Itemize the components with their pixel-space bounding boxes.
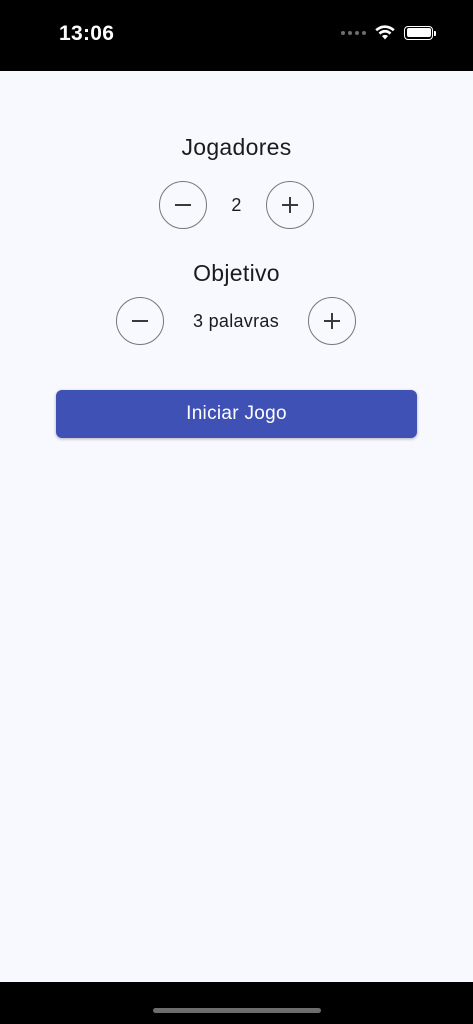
signal-dots-icon <box>341 30 366 35</box>
start-game-label: Iniciar Jogo <box>186 403 287 424</box>
wifi-icon <box>375 25 395 40</box>
status-bar: 13:06 <box>0 0 473 71</box>
home-indicator[interactable] <box>153 1008 321 1013</box>
goal-title: Objetivo <box>193 260 280 286</box>
main-content: Jogadores 2 Objetivo 3 palavras Iniciar … <box>0 71 473 982</box>
plus-icon <box>282 197 298 213</box>
minus-icon <box>132 320 148 322</box>
players-value: 2 <box>231 195 242 215</box>
players-increment-button[interactable] <box>266 181 314 229</box>
goal-decrement-button[interactable] <box>116 297 164 345</box>
players-title: Jogadores <box>181 134 292 160</box>
bottom-bar <box>0 982 473 1024</box>
status-time: 13:06 <box>59 22 115 45</box>
goal-increment-button[interactable] <box>308 297 356 345</box>
minus-icon <box>175 204 191 206</box>
plus-icon <box>324 313 340 329</box>
status-icons <box>341 25 436 40</box>
goal-value: 3 palavras <box>192 311 280 331</box>
start-game-button[interactable]: Iniciar Jogo <box>56 390 417 438</box>
players-decrement-button[interactable] <box>159 181 207 229</box>
battery-icon <box>404 25 436 40</box>
